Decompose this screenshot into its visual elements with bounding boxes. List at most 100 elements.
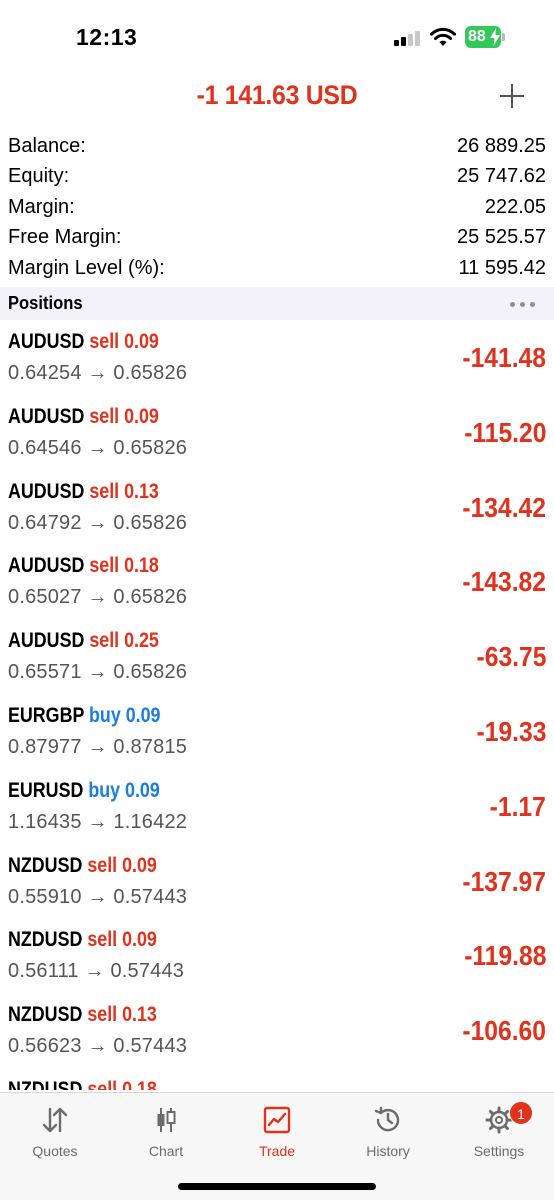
position-profit: -141.48 xyxy=(462,342,546,373)
position-symbol: AUDUSD xyxy=(8,554,85,578)
position-row[interactable]: AUDUSD sell 0.13 0.64792 → 0.65826 -134.… xyxy=(0,470,554,545)
position-symbol: NZDUSD xyxy=(8,928,83,952)
position-title: NZDUSD sell 0.18 xyxy=(8,1078,157,1090)
notification-badge: 1 xyxy=(509,1101,533,1125)
position-prices: 0.56111 → 0.57443 xyxy=(8,960,185,983)
summary-row-margin: Margin: 222.05 xyxy=(0,192,554,222)
position-side-volume: sell 0.13 xyxy=(87,1003,157,1027)
summary-row-free-margin: Free Margin: 25 525.57 xyxy=(0,222,554,252)
position-profit: -115.20 xyxy=(463,416,546,448)
position-profit: -1.17 xyxy=(489,790,546,822)
summary-value: 11 595.42 xyxy=(458,256,547,279)
position-row[interactable]: NZDUSD sell 0.13 0.56623 → 0.57443 -106.… xyxy=(0,993,554,1068)
positions-title: Positions xyxy=(8,293,83,313)
position-prices: 1.16435 → 1.16422 xyxy=(8,810,188,833)
account-summary: Balance: 26 889.25 Equity: 25 747.62 Mar… xyxy=(0,131,554,283)
summary-value: 26 889.25 xyxy=(457,135,546,157)
tab-history[interactable]: History xyxy=(338,1101,438,1161)
position-side-volume: buy 0.09 xyxy=(89,703,161,727)
position-side-volume: sell 0.18 xyxy=(87,1077,157,1090)
position-symbol: AUDUSD xyxy=(8,404,85,428)
position-title: EURUSD buy 0.09 xyxy=(8,779,160,803)
status-time: 12:13 xyxy=(76,24,138,50)
position-side-volume: buy 0.09 xyxy=(88,778,160,802)
position-row[interactable]: AUDUSD sell 0.09 0.64254 → 0.65826 -141.… xyxy=(0,320,554,395)
wifi-icon xyxy=(430,27,456,46)
tab-trade[interactable]: Trade xyxy=(227,1101,327,1161)
new-order-button[interactable] xyxy=(498,82,526,110)
position-profit: -134.42 xyxy=(462,491,546,523)
summary-label: Margin: xyxy=(8,195,75,218)
position-prices: 0.56623 → 0.57443 xyxy=(8,1035,188,1058)
summary-label: Margin Level (%): xyxy=(8,256,165,279)
position-side-volume: sell 0.09 xyxy=(89,404,159,428)
position-row[interactable]: NZDUSD sell 0.09 0.55910 → 0.57443 -137.… xyxy=(0,844,554,919)
position-prices: 0.87977 → 0.87815 xyxy=(8,735,188,758)
position-side-volume: sell 0.13 xyxy=(89,479,159,503)
position-profit: -137.97 xyxy=(462,865,546,897)
tab-label: Trade xyxy=(258,1143,296,1159)
position-row[interactable]: AUDUSD sell 0.18 0.65027 → 0.65826 -143.… xyxy=(0,544,554,619)
battery-tip xyxy=(502,33,505,41)
position-row[interactable]: AUDUSD sell 0.09 0.64546 → 0.65826 -115.… xyxy=(0,395,554,470)
status-bar: 12:13 88 xyxy=(0,0,554,72)
position-title: AUDUSD sell 0.09 xyxy=(8,405,159,429)
position-row[interactable]: AUDUSD sell 0.25 0.65571 → 0.65826 -63.7… xyxy=(0,619,554,694)
position-row[interactable]: EURUSD buy 0.09 1.16435 → 1.16422 -1.17 xyxy=(0,769,554,844)
position-profit: -143.82 xyxy=(462,566,546,598)
summary-value: 222.05 xyxy=(484,195,546,218)
position-profit: -119.88 xyxy=(463,940,546,972)
more-options-icon[interactable] xyxy=(510,302,536,307)
position-prices: 0.64546 → 0.65826 xyxy=(8,436,188,459)
position-side-volume: sell 0.09 xyxy=(89,330,159,353)
summary-row-equity: Equity: 25 747.62 xyxy=(0,161,554,191)
summary-row-balance: Balance: 26 889.25 xyxy=(0,131,554,161)
tab-label: History xyxy=(366,1143,410,1159)
summary-row-margin-level: Margin Level (%): 11 595.42 xyxy=(0,253,554,283)
positions-section-header: Positions xyxy=(0,287,554,320)
tab-label: Chart xyxy=(148,1143,184,1159)
tab-quotes[interactable]: Quotes xyxy=(5,1101,105,1161)
summary-label: Free Margin: xyxy=(8,226,122,249)
position-title: AUDUSD sell 0.25 xyxy=(8,629,159,653)
trade-screen: 12:13 88 -1 141.63 USD Balance: 26 889.2… xyxy=(0,0,554,1200)
position-symbol: AUDUSD xyxy=(8,629,85,653)
position-title: NZDUSD sell 0.09 xyxy=(8,854,157,878)
position-row[interactable]: EURGBP buy 0.09 0.87977 → 0.87815 -19.33 xyxy=(0,694,554,769)
position-prices: 0.65027 → 0.65826 xyxy=(8,586,188,609)
tab-label: Settings xyxy=(473,1143,525,1159)
trade-header: -1 141.63 USD xyxy=(0,72,554,124)
position-prices: 0.65571 → 0.65826 xyxy=(8,661,188,684)
tab-chart[interactable]: Chart xyxy=(116,1101,216,1161)
home-indicator xyxy=(178,1183,376,1190)
position-title: AUDUSD sell 0.13 xyxy=(8,480,159,504)
summary-label: Equity: xyxy=(8,165,70,188)
position-side-volume: sell 0.18 xyxy=(89,554,159,578)
summary-value: 25 747.62 xyxy=(457,165,546,188)
battery-level: 88 xyxy=(468,28,486,45)
summary-label: Balance: xyxy=(8,135,86,157)
candlestick-icon xyxy=(157,1108,176,1132)
trade-chart-icon xyxy=(263,1106,291,1134)
position-symbol: NZDUSD xyxy=(8,1077,83,1090)
position-symbol: AUDUSD xyxy=(8,479,85,503)
position-prices: 0.55910 → 0.57443 xyxy=(8,885,188,908)
cellular-signal-icon xyxy=(394,30,422,46)
position-title: AUDUSD sell 0.18 xyxy=(8,554,159,578)
position-title: AUDUSD sell 0.09 xyxy=(8,330,159,354)
charging-bolt-icon xyxy=(490,28,500,46)
position-row[interactable]: NZDUSD sell 0.18 xyxy=(0,1068,554,1090)
position-profit: -106.60 xyxy=(462,1015,546,1047)
tab-label: Quotes xyxy=(32,1143,78,1159)
tab-settings[interactable]: Settings 1 xyxy=(449,1101,549,1161)
position-prices: 0.64254 → 0.65826 xyxy=(8,362,188,384)
position-symbol: EURGBP xyxy=(8,703,85,727)
position-symbol: AUDUSD xyxy=(8,330,85,353)
position-row[interactable]: NZDUSD sell 0.09 0.56111 → 0.57443 -119.… xyxy=(0,918,554,993)
position-prices: 0.64792 → 0.65826 xyxy=(8,511,188,534)
position-title: NZDUSD sell 0.09 xyxy=(8,928,157,952)
positions-list: AUDUSD sell 0.09 0.64254 → 0.65826 -141.… xyxy=(0,320,554,1090)
floating-profit-total: -1 141.63 USD xyxy=(196,80,358,110)
position-side-volume: sell 0.09 xyxy=(87,928,157,952)
position-symbol: NZDUSD xyxy=(8,1003,83,1027)
